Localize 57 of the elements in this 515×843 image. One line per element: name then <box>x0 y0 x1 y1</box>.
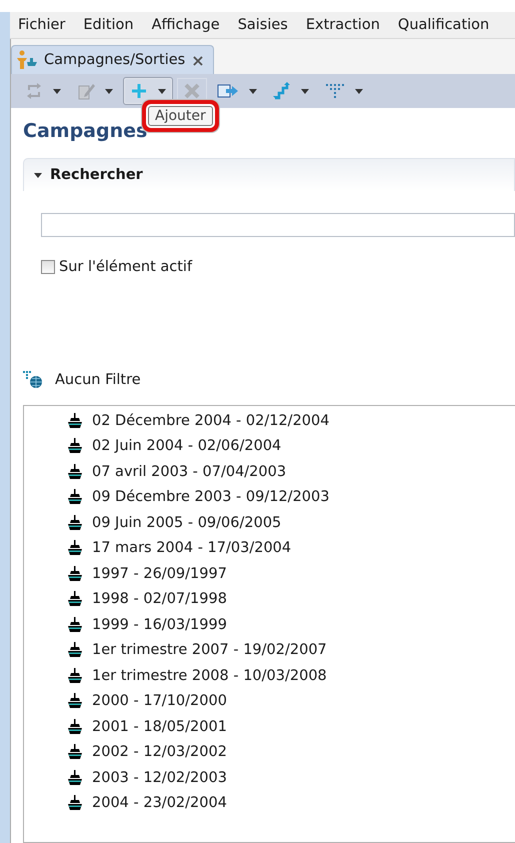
ship-icon <box>68 566 82 582</box>
list-item[interactable]: 2004 - 23/02/2004 <box>68 790 515 816</box>
list-item[interactable]: 2000 - 17/10/2000 <box>68 688 515 714</box>
list-item[interactable]: 02 Décembre 2004 - 02/12/2004 <box>68 408 515 434</box>
menu-item[interactable]: Saisies <box>238 17 288 33</box>
list-item[interactable]: 1998 - 02/07/1998 <box>68 586 515 612</box>
menu-item[interactable]: Affichage <box>152 17 220 33</box>
filter-label: Aucun Filtre <box>55 372 141 388</box>
ship-icon <box>68 744 82 760</box>
checkbox[interactable] <box>41 260 55 274</box>
ship-icon <box>68 642 82 658</box>
menu-item[interactable]: Qualification <box>398 17 490 33</box>
search-field[interactable] <box>41 213 515 237</box>
checkbox-label: Sur l'élément actif <box>59 259 192 275</box>
ship-icon <box>68 616 82 633</box>
list-item[interactable]: 1997 - 26/09/1997 <box>68 561 515 586</box>
caret-icon[interactable] <box>301 88 309 94</box>
ship-icon <box>68 668 82 684</box>
list-item[interactable]: 2003 - 12/02/2003 <box>68 765 515 790</box>
close-button[interactable]: × <box>191 50 205 70</box>
ship-icon <box>68 464 82 480</box>
menu-item[interactable]: Edition <box>83 17 134 33</box>
caret-icon[interactable] <box>249 88 257 94</box>
caret-icon[interactable] <box>158 88 166 94</box>
ship-icon <box>68 412 82 429</box>
menu-item[interactable]: Extraction <box>306 17 380 33</box>
export-icon[interactable] <box>217 82 239 100</box>
toolbar-button[interactable] <box>123 77 173 105</box>
ship-icon <box>68 489 82 506</box>
view-tab[interactable]: Campagnes/Sorties × <box>11 45 214 74</box>
ship-icon <box>68 795 82 812</box>
list-item[interactable]: 1999 - 16/03/1999 <box>68 612 515 638</box>
ship-icon <box>68 718 82 735</box>
ship-icon <box>68 438 82 454</box>
list-item[interactable]: 2002 - 12/03/2002 <box>68 740 515 765</box>
caret-icon[interactable] <box>355 88 363 94</box>
section-header[interactable]: Rechercher <box>23 158 515 191</box>
list-item[interactable]: 17 mars 2004 - 17/03/2004 <box>68 536 515 561</box>
filter-icon[interactable] <box>325 82 345 100</box>
list-item[interactable]: 09 Juin 2005 - 09/06/2005 <box>68 510 515 536</box>
ship-icon <box>68 693 82 710</box>
list-item[interactable]: 1er trimestre 2008 - 10/03/2008 <box>68 663 515 688</box>
page-title: Campagnes <box>23 120 148 143</box>
ship-icon <box>68 770 82 786</box>
stairs-icon[interactable] <box>273 82 291 100</box>
list-item[interactable]: 2001 - 18/05/2001 <box>68 714 515 740</box>
filter-globe-icon <box>23 371 43 389</box>
expand-caret-icon[interactable] <box>34 171 42 179</box>
ship-icon <box>68 540 82 556</box>
menu-item[interactable]: Fichier <box>18 17 66 33</box>
ship-icon <box>68 591 82 608</box>
list-item[interactable]: 02 Juin 2004 - 02/06/2004 <box>68 434 515 459</box>
list-item[interactable]: 1er trimestre 2007 - 19/02/2007 <box>68 638 515 663</box>
list-item[interactable]: 09 Décembre 2003 - 09/12/2003 <box>68 484 515 510</box>
ship-icon <box>68 514 82 531</box>
person-boat-icon <box>16 50 38 70</box>
list-item[interactable]: 07 avril 2003 - 07/04/2003 <box>68 459 515 484</box>
